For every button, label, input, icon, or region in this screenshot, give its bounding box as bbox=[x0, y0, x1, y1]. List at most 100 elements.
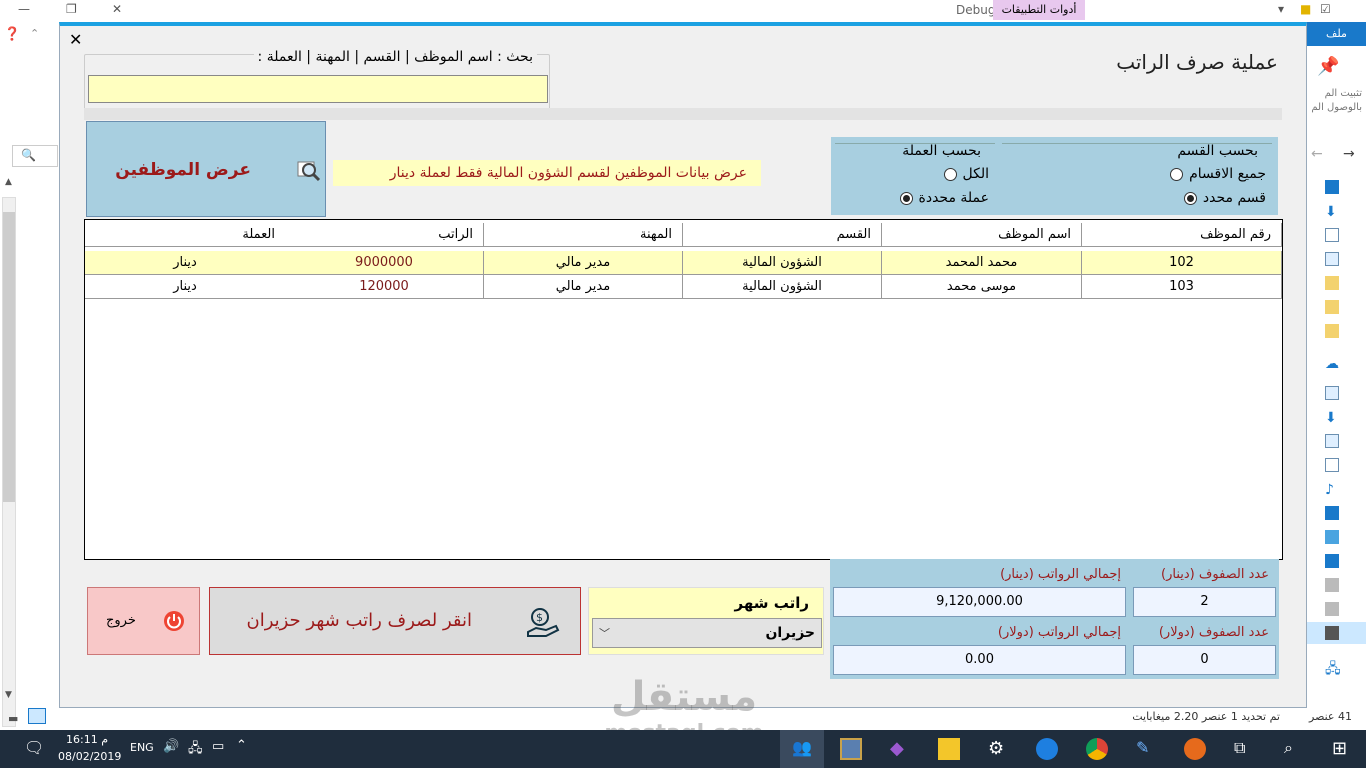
drive-icon[interactable] bbox=[1325, 626, 1339, 640]
radio-all-currencies[interactable]: الكل bbox=[943, 166, 989, 182]
column-header[interactable]: القسم bbox=[683, 223, 882, 247]
task-view-icon[interactable]: ⧉ bbox=[1234, 738, 1256, 760]
status-item-count: 41 عنصر bbox=[1309, 710, 1352, 723]
app-icon[interactable]: ✎ bbox=[1136, 738, 1158, 760]
app-tools-tab[interactable]: أدوات التطبيقات bbox=[993, 0, 1085, 20]
show-employees-button[interactable]: عرض الموظفين bbox=[86, 121, 326, 217]
column-header[interactable]: العملة bbox=[85, 223, 285, 247]
close-button[interactable]: ✕ bbox=[69, 30, 82, 49]
firefox-icon[interactable] bbox=[1184, 738, 1206, 760]
table-cell: الشؤون المالية bbox=[683, 275, 882, 299]
scroll-down-icon[interactable]: ▼ bbox=[5, 690, 12, 700]
chevron-down-icon[interactable]: ﹀ bbox=[599, 625, 610, 641]
network-icon[interactable]: 🖧 bbox=[188, 739, 203, 761]
app-icon[interactable] bbox=[840, 738, 862, 760]
notifications-icon[interactable]: 🗨 bbox=[24, 738, 46, 760]
chrome-icon[interactable] bbox=[1086, 738, 1108, 760]
money-hand-icon: $ bbox=[526, 606, 560, 643]
clock-date[interactable]: 08/02/2019 bbox=[58, 750, 121, 763]
file-explorer-icon[interactable] bbox=[938, 738, 960, 760]
teamviewer-icon[interactable] bbox=[1036, 738, 1058, 760]
minimize-icon[interactable]: — bbox=[18, 2, 30, 16]
scroll-up-icon[interactable]: ▲ bbox=[5, 177, 12, 187]
radio-button[interactable] bbox=[1170, 167, 1184, 181]
desktop-icon[interactable] bbox=[1325, 506, 1339, 520]
drive-icon[interactable] bbox=[1325, 602, 1339, 616]
background-left-pane: ❓ ⌃ 🔍 ▲ ▼ ▬ bbox=[0, 22, 58, 730]
folder-icon[interactable] bbox=[1325, 300, 1339, 314]
chevron-up-icon[interactable]: ⌃ bbox=[30, 27, 39, 40]
restore-icon[interactable]: ❐ bbox=[66, 2, 77, 16]
network-icon[interactable]: 🖧 bbox=[1325, 658, 1341, 677]
scrollbar-thumb[interactable] bbox=[3, 212, 15, 502]
month-label: راتب شهر bbox=[734, 594, 810, 612]
desktop-icon[interactable] bbox=[1325, 180, 1339, 194]
radio-button[interactable] bbox=[1183, 191, 1197, 205]
filter-info-text: عرض بيانات الموظفين لقسم الشؤون المالية … bbox=[333, 160, 761, 186]
windows-start-icon[interactable]: ⊞ bbox=[1332, 738, 1354, 760]
taskbar-active-app[interactable]: 👥 bbox=[780, 730, 824, 768]
details-view-icon[interactable]: ▬ bbox=[8, 712, 18, 725]
exit-button[interactable]: خروج bbox=[87, 587, 200, 655]
pin-icon[interactable]: 📌 bbox=[1317, 56, 1339, 77]
clock-time[interactable]: 16:11 م bbox=[66, 733, 108, 746]
close-icon[interactable]: ✕ bbox=[112, 2, 122, 16]
radio-all-departments[interactable]: جميع الاقسام bbox=[1170, 166, 1266, 182]
radio-specific-department[interactable]: قسم محدد bbox=[1183, 190, 1266, 206]
folder-icon: ■ bbox=[1300, 2, 1312, 16]
column-header[interactable]: رقم الموظف bbox=[1082, 223, 1282, 247]
folder-icon[interactable] bbox=[1325, 324, 1339, 338]
videos-icon[interactable] bbox=[1325, 554, 1339, 568]
department-filter-title: بحسب القسم bbox=[1177, 143, 1258, 159]
documents-icon[interactable] bbox=[1325, 228, 1339, 242]
currency-filter-title: بحسب العملة bbox=[902, 143, 981, 159]
downloads-icon[interactable]: ⬇ bbox=[1325, 410, 1339, 426]
list-view-icon[interactable] bbox=[28, 708, 46, 724]
page-title: عملية صرف الراتب bbox=[1116, 50, 1278, 74]
help-icon[interactable]: ❓ bbox=[4, 27, 20, 42]
documents-icon[interactable] bbox=[1325, 458, 1339, 472]
radio-all-departments-label: جميع الاقسام bbox=[1189, 166, 1266, 182]
salaries-dollar-field: 0.00 bbox=[833, 645, 1126, 675]
search-input[interactable] bbox=[88, 75, 548, 103]
pay-salary-button[interactable]: انقر لصرف راتب شهر حزيران $ bbox=[209, 587, 581, 655]
column-header[interactable]: اسم الموظف bbox=[882, 223, 1082, 247]
battery-icon[interactable]: ▭ bbox=[212, 739, 224, 754]
file-tab[interactable]: ملف bbox=[1307, 22, 1366, 46]
show-employees-label: عرض الموظفين bbox=[115, 160, 251, 180]
column-header[interactable]: المهنة bbox=[484, 223, 683, 247]
explorer-search-box[interactable]: 🔍 bbox=[12, 145, 58, 167]
salaries-dollar-label: إجمالي الرواتب (دولار) bbox=[997, 625, 1121, 640]
3d-objects-icon[interactable] bbox=[1325, 530, 1339, 544]
visual-studio-icon[interactable]: ◆ bbox=[890, 738, 912, 760]
search-icon[interactable]: ⌕ bbox=[1284, 738, 1306, 760]
onedrive-icon[interactable]: ☁ bbox=[1325, 356, 1339, 372]
folder-icon[interactable] bbox=[1325, 276, 1339, 290]
chevron-up-icon[interactable]: ⌃ bbox=[236, 738, 247, 753]
forward-arrow-icon[interactable]: → bbox=[1343, 146, 1355, 162]
back-arrow-icon[interactable]: ← bbox=[1311, 146, 1323, 162]
downloads-icon[interactable]: ⬇ bbox=[1325, 204, 1339, 220]
table-row[interactable]: 103 موسى محمد الشؤون المالية مدير مالي 1… bbox=[85, 275, 1282, 299]
drive-icon[interactable] bbox=[1325, 578, 1339, 592]
radio-button[interactable] bbox=[899, 191, 913, 205]
month-select[interactable]: حزيران ﹀ bbox=[592, 618, 822, 648]
header-band bbox=[84, 108, 1282, 120]
radio-specific-currency[interactable]: عملة محددة bbox=[899, 190, 989, 206]
salaries-dinar-field: 9,120,000.00 bbox=[833, 587, 1126, 617]
pictures-icon[interactable] bbox=[1325, 434, 1339, 448]
settings-icon[interactable]: ⚙ bbox=[988, 738, 1010, 760]
music-icon[interactable]: ♪ bbox=[1325, 482, 1339, 498]
language-indicator[interactable]: ENG bbox=[130, 741, 154, 754]
table-row[interactable]: 102 محمد المحمد الشؤون المالية مدير مالي… bbox=[85, 251, 1282, 275]
pay-salary-label: انقر لصرف راتب شهر حزيران bbox=[246, 610, 472, 631]
checkbox-icon[interactable]: ☑ bbox=[1320, 2, 1331, 16]
this-pc-icon[interactable] bbox=[1325, 386, 1339, 400]
pin-label: تثبيت الم bbox=[1324, 88, 1362, 99]
employees-grid[interactable]: رقم الموظف اسم الموظف القسم المهنة الرات… bbox=[84, 219, 1283, 560]
radio-button[interactable] bbox=[943, 167, 957, 181]
pictures-icon[interactable] bbox=[1325, 252, 1339, 266]
dropdown-arrow-icon[interactable]: ▾ bbox=[1278, 2, 1284, 16]
volume-icon[interactable]: 🔊 bbox=[163, 739, 179, 754]
column-header[interactable]: الراتب bbox=[285, 223, 484, 247]
